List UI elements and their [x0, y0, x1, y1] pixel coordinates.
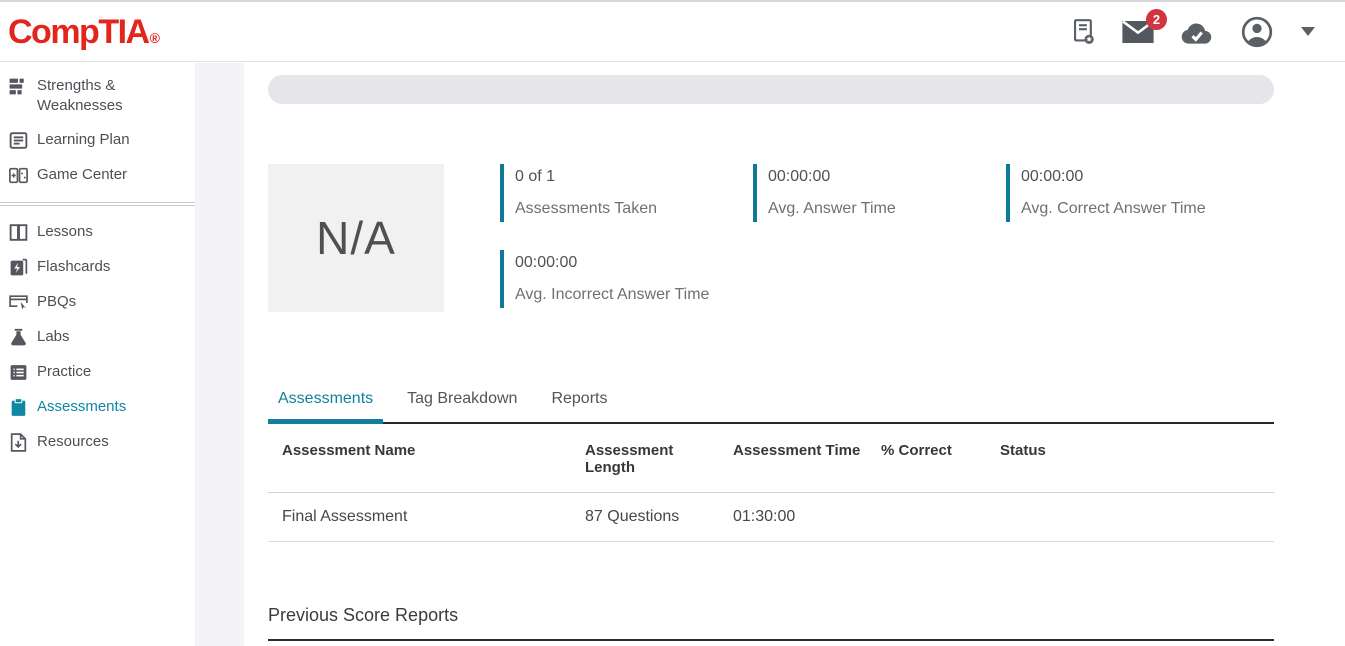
- logo-text: CompTIA: [8, 15, 149, 49]
- sidebar-item-lessons[interactable]: Lessons: [0, 215, 195, 250]
- equalizer-icon: [8, 76, 29, 97]
- tab-tag-breakdown[interactable]: Tag Breakdown: [397, 390, 527, 422]
- cell-status: [986, 493, 1274, 542]
- cloud-sync-icon[interactable]: [1179, 19, 1215, 45]
- sidebar-item-learning-plan[interactable]: Learning Plan: [0, 123, 195, 158]
- sidebar-item-label: Strengths & Weaknesses: [37, 76, 189, 116]
- top-header: CompTIA® 2: [0, 0, 1345, 62]
- sidebar-content-gutter: [195, 63, 244, 646]
- sidebar-item-label: Labs: [37, 327, 70, 347]
- tab-assessments[interactable]: Assessments: [268, 390, 383, 422]
- stat-value: 0 of 1: [515, 168, 657, 186]
- score-na-value: N/A: [316, 211, 396, 265]
- tab-label: Reports: [551, 390, 607, 408]
- sidebar-item-label: Game Center: [37, 165, 127, 185]
- sidebar-item-label: Assessments: [37, 397, 126, 417]
- flashcard-bolt-icon: [8, 257, 29, 278]
- sidebar-item-label: Lessons: [37, 222, 93, 242]
- stat-avg-correct-answer-time: 00:00:00 Avg. Correct Answer Time: [1006, 164, 1206, 222]
- sidebar-item-pbqs[interactable]: PBQs: [0, 285, 195, 320]
- stat-label: Assessments Taken: [515, 200, 657, 218]
- main-content: N/A 0 of 1 Assessments Taken 00:00:00 Av…: [245, 62, 1345, 646]
- tab-label: Tag Breakdown: [407, 390, 517, 408]
- registered-mark: ®: [150, 31, 159, 45]
- mail-unread-badge: 2: [1146, 9, 1167, 30]
- dice-icon: [8, 165, 29, 186]
- score-na-box: N/A: [268, 164, 444, 312]
- table-header-row: Assessment Name Assessment Length Assess…: [268, 424, 1274, 493]
- sidebar-item-labs[interactable]: Labs: [0, 320, 195, 355]
- assessment-tabs: Assessments Tag Breakdown Reports: [268, 390, 1274, 424]
- col-assessment-name: Assessment Name: [268, 424, 571, 493]
- sidebar-divider: [0, 202, 195, 206]
- col-percent-correct: % Correct: [867, 424, 986, 493]
- score-report-icon[interactable]: [1070, 17, 1097, 47]
- stat-label: Avg. Correct Answer Time: [1021, 200, 1206, 218]
- col-assessment-length: Assessment Length: [571, 424, 719, 493]
- sidebar-item-label: PBQs: [37, 292, 76, 312]
- stat-assessments-taken: 0 of 1 Assessments Taken: [500, 164, 657, 222]
- sidebar-item-strengths-weaknesses[interactable]: Strengths & Weaknesses: [0, 69, 195, 123]
- stat-label: Avg. Incorrect Answer Time: [515, 286, 709, 304]
- tab-reports[interactable]: Reports: [541, 390, 617, 422]
- comptia-logo[interactable]: CompTIA®: [8, 15, 158, 49]
- stat-value: 00:00:00: [768, 168, 896, 186]
- sidebar-item-label: Resources: [37, 432, 109, 452]
- sidebar-item-label: Learning Plan: [37, 130, 130, 150]
- stat-avg-incorrect-answer-time: 00:00:00 Avg. Incorrect Answer Time: [500, 250, 709, 308]
- flask-icon: [8, 327, 29, 348]
- stat-value: 00:00:00: [515, 254, 709, 272]
- sidebar-item-game-center[interactable]: Game Center: [0, 158, 195, 193]
- stat-value: 00:00:00: [1021, 168, 1206, 186]
- account-icon[interactable]: [1239, 14, 1275, 50]
- stat-avg-answer-time: 00:00:00 Avg. Answer Time: [753, 164, 896, 222]
- assessments-table: Assessment Name Assessment Length Assess…: [268, 424, 1274, 542]
- col-status: Status: [986, 424, 1274, 493]
- overall-progress-bar: [268, 75, 1274, 104]
- download-doc-icon: [8, 432, 29, 453]
- caret-down-icon[interactable]: [1301, 27, 1315, 36]
- clipboard-icon: [8, 397, 29, 418]
- stat-label: Avg. Answer Time: [768, 200, 896, 218]
- sidebar-item-practice[interactable]: Practice: [0, 355, 195, 390]
- mail-icon[interactable]: 2: [1121, 19, 1155, 45]
- sidebar-item-label: Flashcards: [37, 257, 110, 277]
- cell-percent-correct: [867, 493, 986, 542]
- window-pointer-icon: [8, 292, 29, 313]
- cell-assessment-time: 01:30:00: [719, 493, 867, 542]
- sidebar-item-flashcards[interactable]: Flashcards: [0, 250, 195, 285]
- sidebar-nav: Strengths & Weaknesses Learning Plan Gam…: [0, 63, 195, 646]
- notebook-icon: [8, 130, 29, 151]
- tab-label: Assessments: [278, 390, 373, 408]
- sidebar-item-resources[interactable]: Resources: [0, 425, 195, 460]
- previous-score-reports-heading: Previous Score Reports: [268, 605, 458, 626]
- cell-assessment-name: Final Assessment: [268, 493, 571, 542]
- open-book-icon: [8, 222, 29, 243]
- section-divider-rule: [268, 639, 1274, 641]
- cell-assessment-length: 87 Questions: [571, 493, 719, 542]
- checklist-icon: [8, 362, 29, 383]
- col-assessment-time: Assessment Time: [719, 424, 867, 493]
- table-row-final-assessment[interactable]: Final Assessment 87 Questions 01:30:00: [268, 493, 1274, 542]
- sidebar-item-label: Practice: [37, 362, 91, 382]
- sidebar-item-assessments[interactable]: Assessments: [0, 390, 195, 425]
